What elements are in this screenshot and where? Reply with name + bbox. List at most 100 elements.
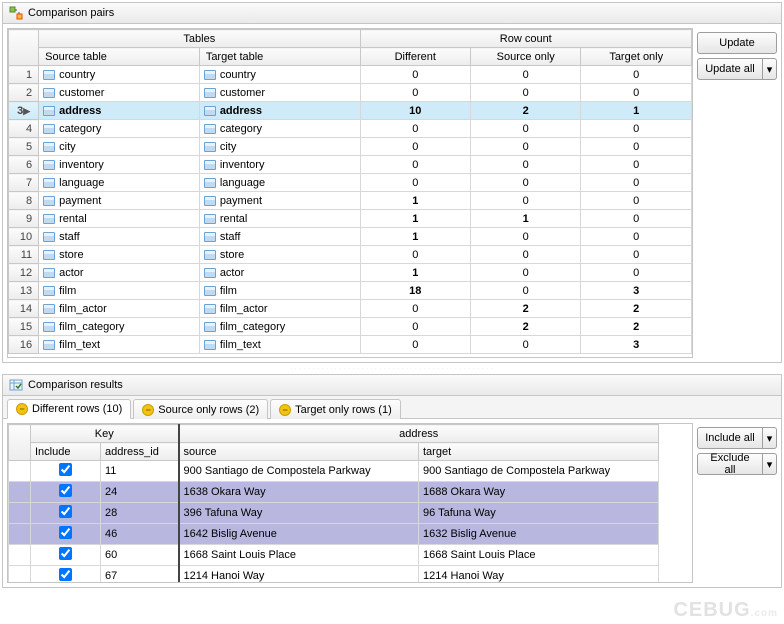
table-icon (204, 70, 216, 80)
table-icon (204, 178, 216, 188)
col-group-tables[interactable]: Tables (39, 30, 360, 48)
table-row[interactable]: 16film_textfilm_text003 (9, 336, 692, 354)
col-include[interactable]: Include (31, 443, 101, 461)
chevron-down-icon: ▾ (767, 432, 773, 445)
table-icon (43, 178, 55, 188)
col-source-table[interactable]: Source table (39, 48, 200, 66)
table-icon (43, 232, 55, 242)
table-icon (43, 142, 55, 152)
results-panel-header: Comparison results (3, 375, 781, 396)
table-row[interactable]: 9rentalrental110 (9, 210, 692, 228)
table-icon (204, 268, 216, 278)
panel-header: Comparison pairs (3, 3, 781, 24)
tab-target-only-rows[interactable]: Target only rows (1) (270, 399, 401, 419)
table-row[interactable]: 8paymentpayment100 (9, 192, 692, 210)
col-group-address[interactable]: address (179, 425, 659, 443)
results-icon (9, 378, 23, 392)
table-row[interactable]: 28396 Tafuna Way96 Tafuna Way (9, 503, 659, 524)
comparison-results-panel: Comparison results Different rows (10) S… (2, 374, 782, 588)
include-all-button[interactable]: Include all (697, 427, 763, 449)
table-icon (204, 142, 216, 152)
compare-icon (9, 6, 23, 20)
table-icon (43, 106, 55, 116)
include-checkbox[interactable] (59, 463, 72, 476)
table-icon (204, 196, 216, 206)
update-all-button[interactable]: Update all (697, 58, 763, 80)
table-row[interactable]: 12actoractor100 (9, 264, 692, 282)
results-grid-scroll[interactable]: Key address Include address_id source ta… (7, 423, 693, 583)
col-source-only[interactable]: Source only (470, 48, 580, 66)
table-icon (43, 340, 55, 350)
tab-source-only-rows[interactable]: Source only rows (2) (133, 399, 268, 419)
table-icon (43, 214, 55, 224)
update-all-dropdown[interactable]: ▾ (763, 58, 777, 80)
results-grid: Key address Include address_id source ta… (8, 424, 659, 583)
exclude-all-dropdown[interactable]: ▾ (763, 453, 777, 475)
table-icon (204, 232, 216, 242)
table-icon (43, 160, 55, 170)
include-checkbox[interactable] (59, 526, 72, 539)
table-icon (204, 88, 216, 98)
minus-circle-icon (16, 403, 28, 415)
include-checkbox[interactable] (59, 484, 72, 497)
include-checkbox[interactable] (59, 568, 72, 581)
chevron-down-icon: ▾ (767, 458, 773, 471)
col-group-key[interactable]: Key (31, 425, 179, 443)
chevron-down-icon: ▾ (767, 63, 773, 76)
table-icon (43, 124, 55, 134)
table-row[interactable]: 11900 Santiago de Compostela Parkway900 … (9, 461, 659, 482)
col-address-id[interactable]: address_id (101, 443, 179, 461)
tab-label: Target only rows (1) (295, 404, 392, 416)
results-button-column: Include all ▾ Exclude all ▾ (697, 423, 777, 583)
tab-different-rows[interactable]: Different rows (10) (7, 399, 131, 419)
table-row[interactable]: 6inventoryinventory000 (9, 156, 692, 174)
col-target-only[interactable]: Target only (581, 48, 692, 66)
table-row[interactable]: 671214 Hanoi Way1214 Hanoi Way (9, 566, 659, 584)
table-row[interactable]: 601668 Saint Louis Place1668 Saint Louis… (9, 545, 659, 566)
table-row[interactable]: 5citycity000 (9, 138, 692, 156)
table-icon (204, 106, 216, 116)
table-icon (43, 304, 55, 314)
include-checkbox[interactable] (59, 547, 72, 560)
panel-title: Comparison pairs (28, 7, 114, 19)
minus-circle-icon (279, 404, 291, 416)
table-row[interactable]: 4categorycategory000 (9, 120, 692, 138)
comparison-pairs-panel: Comparison pairs Tables Row count (2, 2, 782, 363)
table-icon (43, 250, 55, 260)
exclude-all-button[interactable]: Exclude all (697, 453, 763, 475)
table-row[interactable]: 11storestore000 (9, 246, 692, 264)
col-target-table[interactable]: Target table (199, 48, 360, 66)
table-row[interactable]: 1countrycountry000 (9, 66, 692, 84)
col-group-rowcount[interactable]: Row count (360, 30, 691, 48)
table-icon (204, 160, 216, 170)
table-icon (204, 304, 216, 314)
horizontal-splitter[interactable]: · · · · · · · · · · · · · · · · · · · · … (0, 365, 784, 372)
table-row[interactable]: 13filmfilm1803 (9, 282, 692, 300)
table-row[interactable]: 15film_categoryfilm_category022 (9, 318, 692, 336)
table-row[interactable]: 10staffstaff100 (9, 228, 692, 246)
table-row[interactable]: 7languagelanguage000 (9, 174, 692, 192)
table-icon (43, 196, 55, 206)
pairs-grid-scroll[interactable]: Tables Row count Source table Target tab… (7, 28, 693, 358)
update-button[interactable]: Update (697, 32, 777, 54)
minus-circle-icon (142, 404, 154, 416)
col-result-source[interactable]: source (179, 443, 419, 461)
results-panel-title: Comparison results (28, 379, 123, 391)
table-icon (43, 70, 55, 80)
results-tabs: Different rows (10) Source only rows (2)… (3, 396, 781, 419)
table-icon (204, 124, 216, 134)
table-icon (204, 250, 216, 260)
include-checkbox[interactable] (59, 505, 72, 518)
watermark: CEBUG.com (673, 599, 778, 622)
table-row[interactable]: 241638 Okara Way1688 Okara Way (9, 482, 659, 503)
table-row[interactable]: 3▶addressaddress1021 (9, 102, 692, 120)
table-icon (43, 88, 55, 98)
table-icon (43, 268, 55, 278)
table-row[interactable]: 14film_actorfilm_actor022 (9, 300, 692, 318)
col-different[interactable]: Different (360, 48, 470, 66)
table-icon (204, 340, 216, 350)
col-result-target[interactable]: target (419, 443, 659, 461)
table-row[interactable]: 461642 Bislig Avenue1632 Bislig Avenue (9, 524, 659, 545)
include-all-dropdown[interactable]: ▾ (763, 427, 777, 449)
table-row[interactable]: 2customercustomer000 (9, 84, 692, 102)
